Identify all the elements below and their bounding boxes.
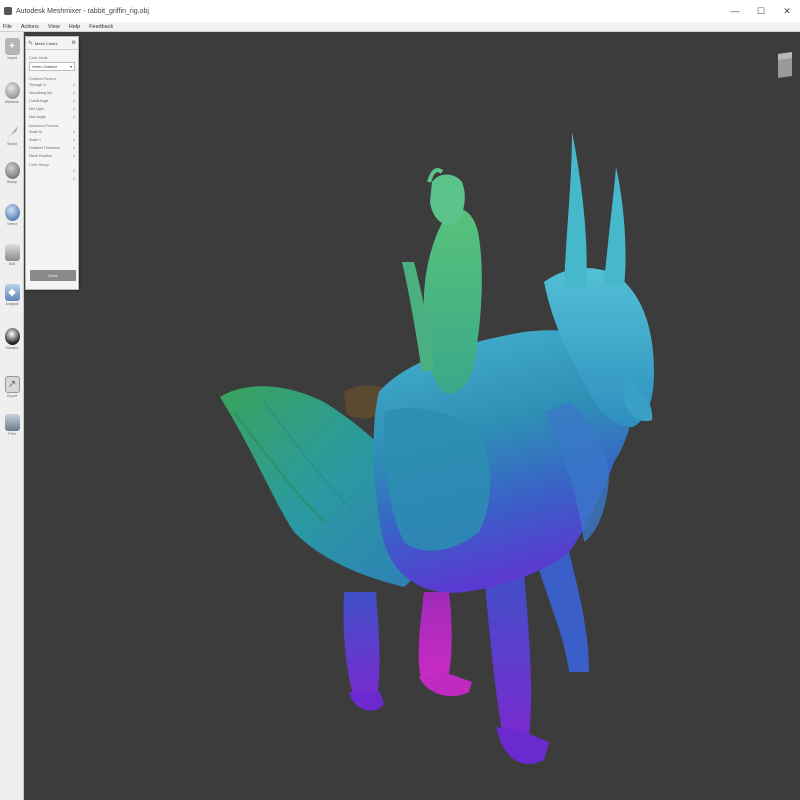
menu-bar: File Actions View Help Feedback: [0, 22, 800, 32]
panel-header: ✎ Mesh Colors ⚙: [26, 37, 78, 50]
param-label: Gradient Thickness: [29, 146, 60, 150]
tool-analysis[interactable]: ◆ Analysis: [2, 284, 22, 314]
tool-label: Meshmix: [4, 100, 19, 104]
tool-label: Select: [7, 222, 17, 226]
dropdown-value: Vertex Gradient: [32, 64, 57, 69]
param-value: 0: [73, 138, 75, 142]
param-value: 0: [73, 154, 75, 158]
print-icon: [4, 414, 20, 431]
tool-edit[interactable]: Edit: [2, 244, 22, 274]
maximize-button[interactable]: ☐: [748, 0, 774, 22]
param-row[interactable]: Gradient Thickness 0: [26, 144, 78, 152]
export-icon: ↗: [4, 376, 20, 393]
meshmixer-window: Autodesk Meshmixer - rabbit_griffin_rig.…: [0, 0, 800, 800]
tool-stamp[interactable]: Stamp: [2, 162, 22, 192]
param-row[interactable]: Scale M 0: [26, 128, 78, 136]
tool-shaders[interactable]: Shaders: [2, 328, 22, 358]
param-value: 0: [73, 115, 75, 119]
tool-label: Export: [6, 394, 18, 398]
menu-feedback[interactable]: Feedback: [89, 24, 113, 30]
param-row[interactable]: Max Angle 0: [26, 113, 78, 121]
minimize-button[interactable]: —: [722, 0, 748, 22]
param-row[interactable]: 0: [26, 167, 78, 175]
brush-icon: ✎: [28, 40, 34, 47]
tool-label: Analysis: [5, 302, 19, 306]
param-row[interactable]: Mesh Position 0: [26, 152, 78, 160]
stamp-icon: [4, 162, 20, 179]
param-value: 0: [73, 99, 75, 103]
tool-label: Stamp: [6, 180, 18, 184]
plus-icon: +: [4, 38, 20, 55]
3d-viewport[interactable]: [24, 32, 800, 800]
tool-label: Shaders: [5, 346, 19, 350]
param-label: Scale Y: [29, 138, 42, 142]
tool-shelf: + Import Meshmix Sculpt Stamp Select Edi…: [0, 32, 24, 800]
select-icon: [4, 204, 20, 221]
param-value: 0: [73, 130, 75, 134]
mesh-colors-panel: ✎ Mesh Colors ⚙ Color Mode Vertex Gradie…: [25, 36, 79, 290]
param-value: 0: [73, 177, 75, 181]
sculpt-icon: [5, 124, 20, 141]
edit-icon: [4, 244, 20, 261]
app-logo-icon: [4, 7, 12, 15]
tool-label: Sculpt: [7, 142, 17, 146]
menu-actions[interactable]: Actions: [21, 24, 39, 30]
griffin-model-render: [220, 132, 654, 764]
param-value: 0: [73, 91, 75, 95]
param-label: Scale M: [29, 130, 42, 134]
tool-print[interactable]: Print: [2, 414, 22, 444]
gear-icon[interactable]: ⚙: [72, 40, 76, 46]
panel-title: Mesh Colors: [35, 40, 58, 46]
tool-export[interactable]: ↗ Export: [2, 376, 22, 406]
tool-meshmix[interactable]: Meshmix: [2, 82, 22, 112]
param-label: Min Light: [29, 107, 44, 111]
tool-label: Import: [7, 56, 17, 60]
param-row[interactable]: Scale Y 0: [26, 136, 78, 144]
tool-sculpt[interactable]: Sculpt: [2, 124, 22, 154]
param-label: Through X: [29, 83, 46, 87]
param-row[interactable]: Min Light 0: [26, 105, 78, 113]
shaders-icon: [4, 328, 20, 345]
tool-select[interactable]: Select: [2, 204, 22, 234]
window-title: Autodesk Meshmixer - rabbit_griffin_rig.…: [16, 7, 149, 15]
tool-import[interactable]: + Import: [2, 38, 22, 68]
section-color-mode: Color Mode: [29, 56, 48, 60]
analysis-icon: ◆: [4, 284, 20, 301]
done-button[interactable]: Done: [30, 270, 76, 281]
tool-label: Edit: [8, 262, 16, 266]
param-row[interactable]: Cutoff Angle 0: [26, 97, 78, 105]
tool-label: Print: [8, 432, 16, 436]
param-row[interactable]: Smoothing Iter 0: [26, 89, 78, 97]
param-label: Smoothing Iter: [29, 91, 53, 95]
param-value: 0: [73, 107, 75, 111]
meshmix-icon: [4, 82, 20, 99]
param-label: Mesh Position: [29, 154, 52, 158]
title-bar: Autodesk Meshmixer - rabbit_griffin_rig.…: [0, 0, 800, 22]
param-label: Max Angle: [29, 115, 46, 119]
menu-view[interactable]: View: [48, 24, 60, 30]
param-value: 0: [73, 83, 75, 87]
window-controls: — ☐ ✕: [722, 0, 800, 22]
param-value: 0: [73, 169, 75, 173]
param-value: 0: [73, 146, 75, 150]
param-label: Cutoff Angle: [29, 99, 49, 103]
viewcube-navigation[interactable]: [776, 50, 794, 80]
param-row[interactable]: 0: [26, 175, 78, 183]
close-button[interactable]: ✕: [774, 0, 800, 22]
chevron-down-icon: ▾: [69, 64, 72, 69]
param-row[interactable]: Through X 0: [26, 81, 78, 89]
menu-help[interactable]: Help: [69, 24, 80, 30]
menu-file[interactable]: File: [3, 24, 12, 30]
color-mode-dropdown[interactable]: Vertex Gradient ▾: [29, 62, 75, 71]
